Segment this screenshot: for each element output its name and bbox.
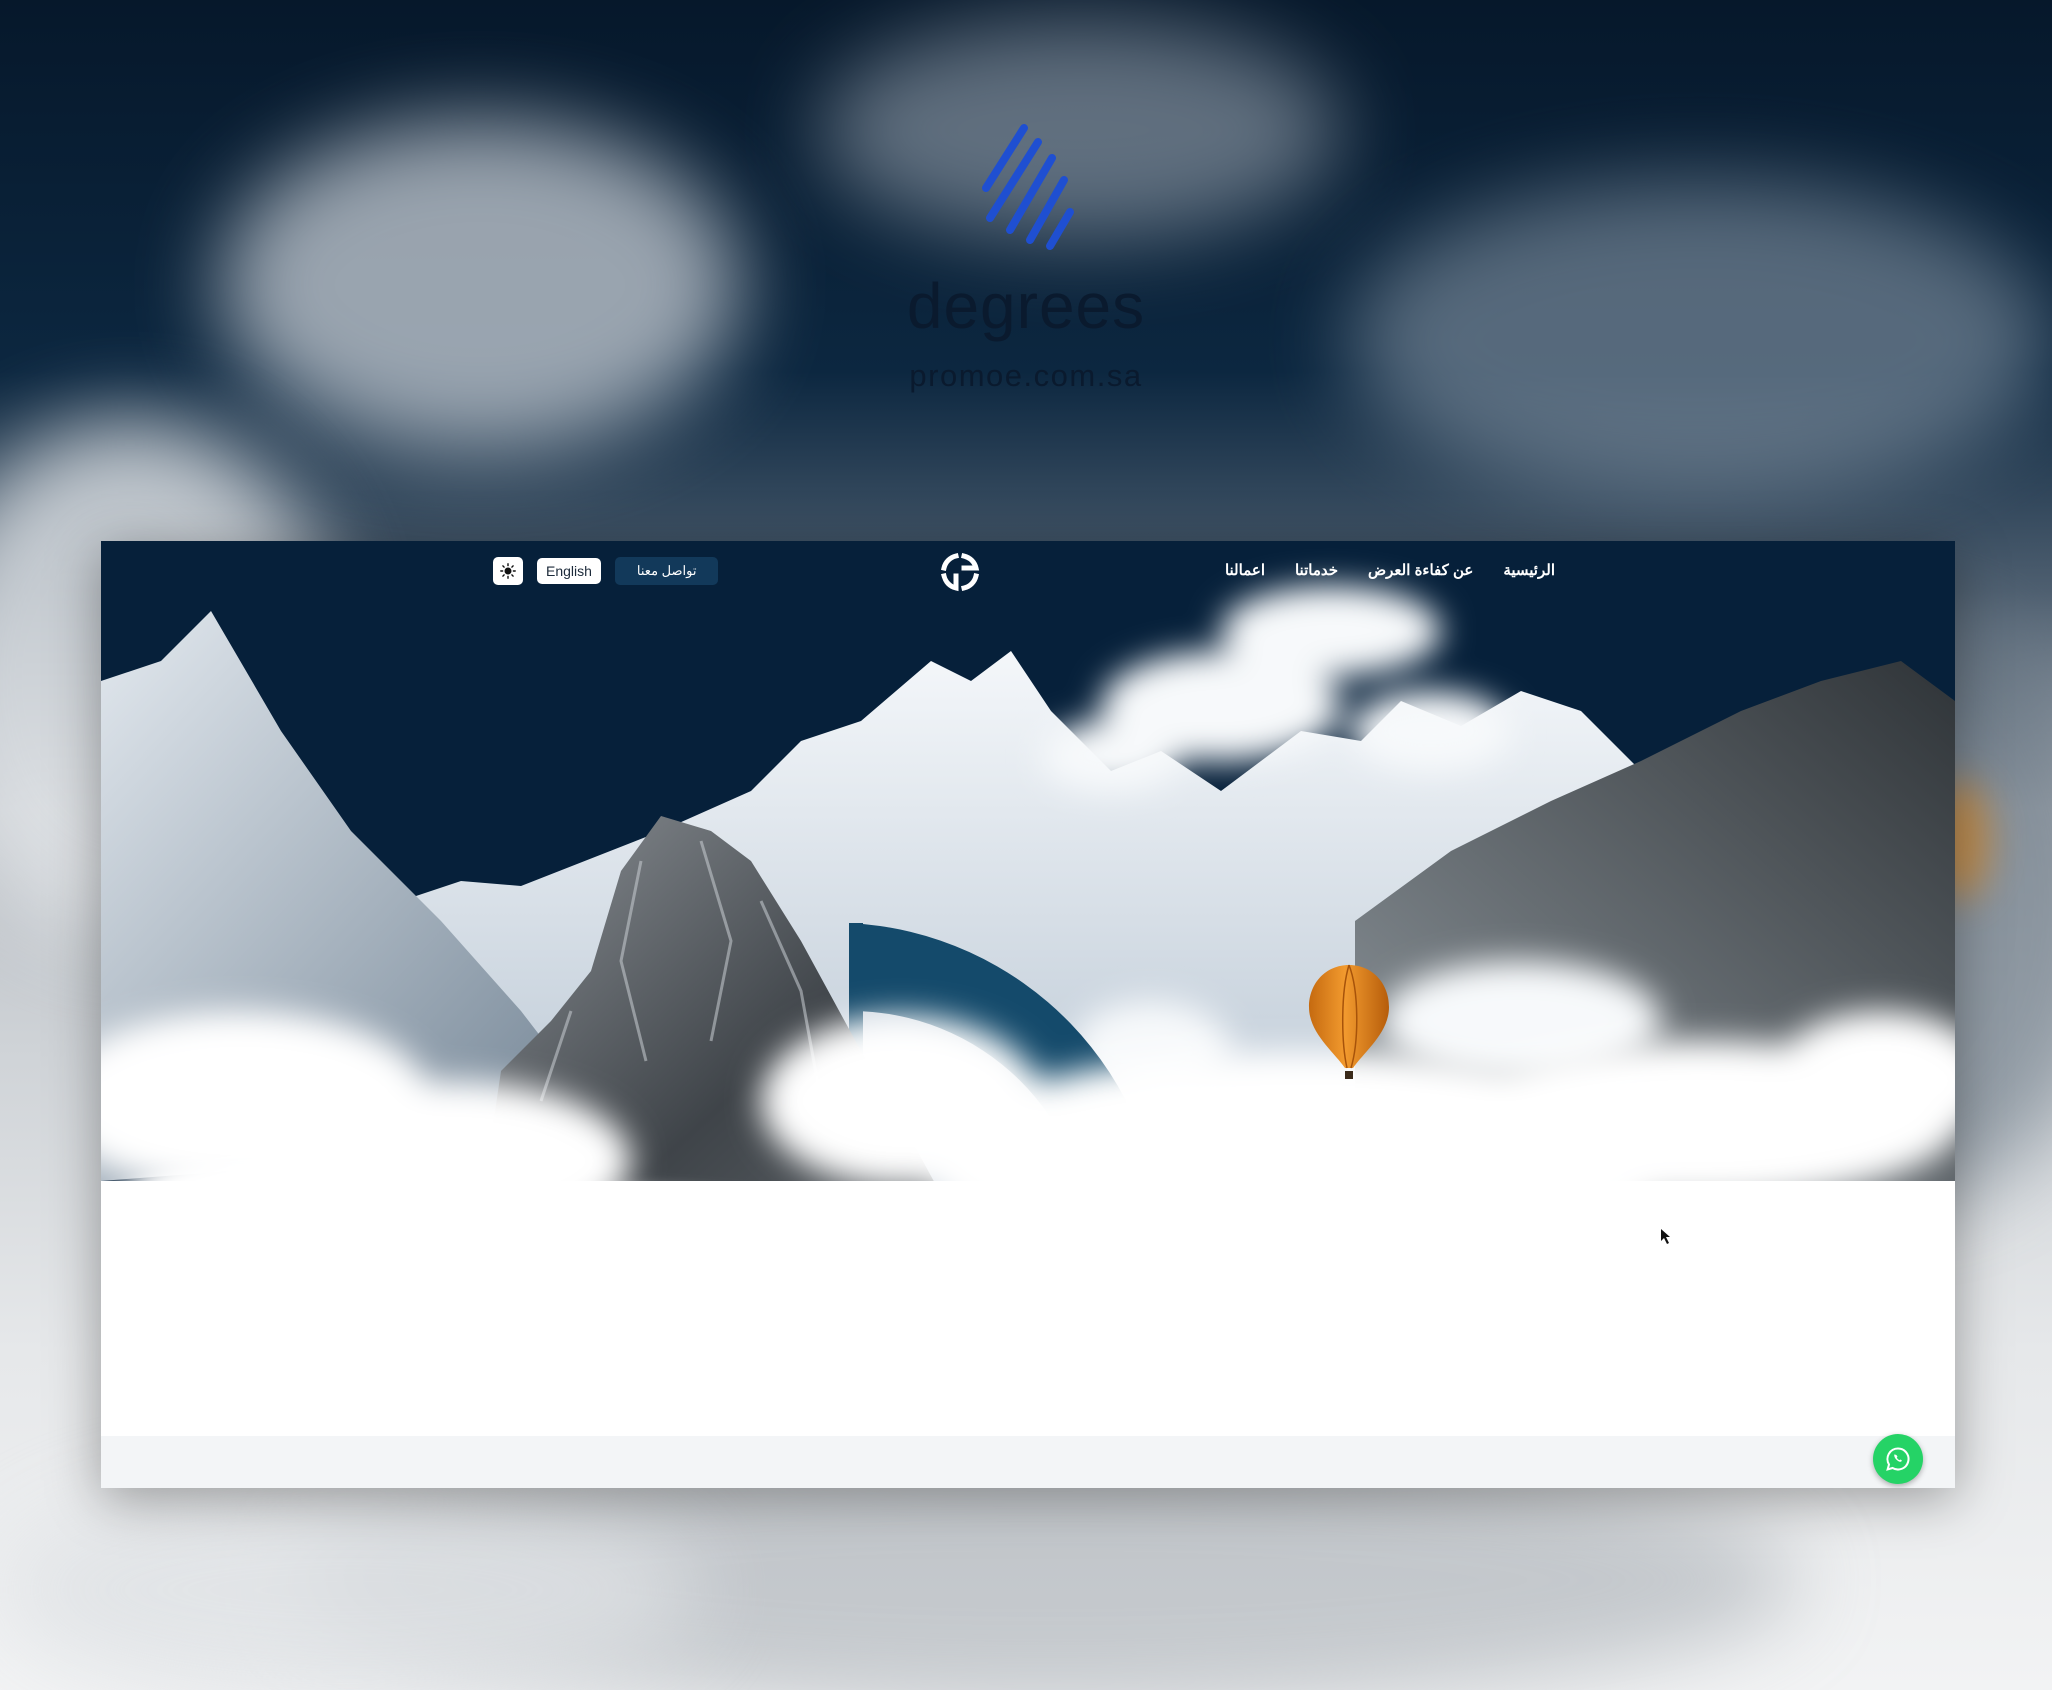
nav-works[interactable]: اعمالنا [1225,561,1265,579]
hero-scene [101,541,1955,1488]
theme-toggle-button[interactable] [493,557,523,585]
brand-url: promoe.com.sa [909,358,1143,393]
brand-name: degrees [906,270,1146,342]
website-screenshot: الرئيسية عن كفاءة العرض خدماتنا اعمالنا [101,541,1955,1488]
nav-actions: English تواصل معنا [493,557,719,585]
whatsapp-button[interactable] [1873,1434,1923,1484]
nav-home[interactable]: الرئيسية [1503,561,1555,579]
blurred-cloud [0,1480,700,1690]
sun-icon [500,563,516,579]
top-navbar: الرئيسية عن كفاءة العرض خدماتنا اعمالنا [101,541,1955,603]
language-button[interactable]: English [537,558,601,584]
contact-button[interactable]: تواصل معنا [614,557,719,585]
degrees-logo-icon[interactable] [938,550,982,594]
nav-about[interactable]: عن كفاءة العرض [1368,561,1473,579]
main-nav: الرئيسية عن كفاءة العرض خدماتنا اعمالنا [1225,561,1555,579]
bottom-haze [101,1436,1955,1488]
nav-services[interactable]: خدماتنا [1295,561,1338,579]
whatsapp-icon [1886,1447,1910,1471]
brand-lockup: degrees promoe.com.sa [0,120,2052,394]
diagonal-stripes-logo-icon [982,124,1074,250]
